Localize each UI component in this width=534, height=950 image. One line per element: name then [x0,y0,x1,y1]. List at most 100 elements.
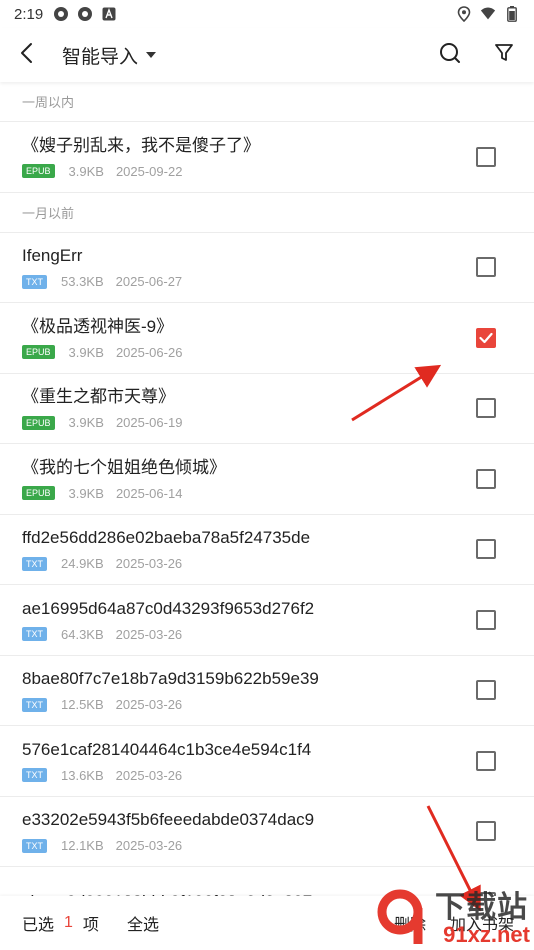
file-date: 2025-06-14 [115,485,183,501]
app-bar-actions [428,33,526,77]
wifi-icon [480,6,496,22]
file-title: e33202e5943f5b6feeedabde0374dac9 [22,810,315,830]
search-icon [439,42,461,69]
add-to-shelf-button[interactable]: 加入书架 [450,911,514,935]
status-bar: 2:19 [0,0,534,28]
file-date: 2025-06-19 [115,415,183,431]
selected-prefix: 已选 [22,917,55,934]
checkbox[interactable] [476,821,496,842]
format-badge: EPUB [22,345,55,360]
section-header: 一周以内 [0,82,534,122]
selected-count: 1 [64,914,73,931]
file-row[interactable]: ae16995d64a87c0d43293f9653d276f2 TXT 64.3K… [0,585,534,656]
file-date: 2025-06-27 [115,274,183,290]
file-info: 《嫂子别乱来，我不是傻子了》 EPUB 3.9KB 2025-09-22 [22,135,476,179]
file-info: IfengErr TXT 53.3KB 2025-06-27 [22,245,476,289]
file-info: ae16995d64a87c0d43293f9653d276f2 TXT 64.3K… [22,598,476,642]
checkbox[interactable] [476,750,496,771]
file-title: 《嫂子别乱来，我不是傻子了》 [22,135,260,155]
back-button[interactable] [4,33,48,77]
file-title: ae16995d64a87c0d43293f9653d276f2 [22,598,315,618]
file-row[interactable]: ffd2e56dd286e02baeba78a5f24735de TXT 24.9K… [0,514,534,585]
file-date: 2025-03-26 [115,838,183,854]
checkbox-checked[interactable] [476,327,496,348]
filter-button[interactable] [482,33,526,77]
checkbox[interactable] [476,468,496,489]
checkbox[interactable] [476,680,496,701]
file-row[interactable]: cbcce2d999133bbb8f106f63a2d8e307 [0,867,534,896]
file-date: 2025-03-26 [115,556,183,572]
format-badge: EPUB [22,164,55,179]
file-title: 《我的七个姐姐绝色倾城》 [22,457,226,477]
source-dropdown[interactable]: 智能导入 [48,42,157,69]
file-row[interactable]: 《极品透视神医-9》 EPUB 3.9KB 2025-06-26 [0,303,534,374]
file-title: 576e1caf281404464c1b3ce4e594c1f4 [22,739,312,759]
file-title: 《重生之都市天尊》 [22,387,175,407]
file-date: 2025-06-26 [115,344,183,360]
file-title: IfengErr [22,246,83,266]
section-header: 一月以前 [0,192,534,233]
file-row[interactable]: 576e1caf281404464c1b3ce4e594c1f4 TXT 13.6K… [0,726,534,797]
file-size: 3.9KB [68,415,104,431]
status-icons-right [456,6,520,22]
file-info: e33202e5943f5b6feeedabde0374dac9 TXT 12.1K… [22,809,476,853]
app-a-icon [101,6,117,22]
file-title: 8bae80f7c7e18b7a9d3159b622b59e39 [22,669,319,689]
file-size: 3.9KB [68,344,104,360]
file-date: 2025-03-26 [115,767,183,783]
checkbox[interactable] [476,146,496,167]
format-badge: TXT [22,556,47,571]
file-title: ffd2e56dd286e02baeba78a5f24735de [22,528,311,548]
file-meta: EPUB 3.9KB 2025-06-19 [22,415,476,430]
format-badge: EPUB [22,415,55,430]
file-info: 576e1caf281404464c1b3ce4e594c1f4 TXT 13.6K… [22,739,476,783]
checkbox[interactable] [476,539,496,560]
format-badge: TXT [22,838,47,853]
delete-button[interactable]: 删除 [394,911,426,935]
camera-lens-icon [53,6,69,22]
file-info: 8bae80f7c7e18b7a9d3159b622b59e39 TXT 12.5K… [22,668,476,712]
file-size: 13.6KB [61,767,104,783]
format-badge: TXT [22,697,47,712]
checkmark-icon [479,332,493,343]
file-meta: TXT 12.5KB 2025-03-26 [22,697,476,712]
file-date: 2025-03-26 [115,626,183,642]
file-row[interactable]: e33202e5943f5b6feeedabde0374dac9 TXT 12.1K… [0,796,534,867]
file-info: 《我的七个姐姐绝色倾城》 EPUB 3.9KB 2025-06-14 [22,457,476,501]
file-size: 53.3KB [61,274,104,290]
page-title: 智能导入 [62,46,139,68]
file-meta: TXT 53.3KB 2025-06-27 [22,274,476,289]
search-button[interactable] [428,33,472,77]
format-badge: TXT [22,274,47,289]
file-size: 3.9KB [68,163,104,179]
file-size: 12.5KB [61,697,104,713]
file-size: 3.9KB [68,485,104,501]
file-row[interactable]: 8bae80f7c7e18b7a9d3159b622b59e39 TXT 12.5K… [0,655,534,726]
checkbox[interactable] [476,609,496,630]
file-size: 12.1KB [61,838,104,854]
file-row[interactable]: IfengErr TXT 53.3KB 2025-06-27 [0,232,534,303]
file-meta: TXT 64.3KB 2025-03-26 [22,627,476,642]
back-chevron-icon [19,42,33,69]
file-meta: EPUB 3.9KB 2025-06-26 [22,345,476,360]
status-icons-left [53,6,117,22]
file-row[interactable]: 《重生之都市天尊》 EPUB 3.9KB 2025-06-19 [0,373,534,444]
app-bar: 智能导入 [0,28,534,82]
selected-suffix: 项 [82,917,99,934]
select-all-button[interactable]: 全选 [127,911,159,935]
file-meta: TXT 24.9KB 2025-03-26 [22,556,476,571]
status-time: 2:19 [14,5,44,23]
format-badge: EPUB [22,486,55,501]
file-row[interactable]: 《我的七个姐姐绝色倾城》 EPUB 3.9KB 2025-06-14 [0,444,534,515]
checkbox[interactable] [476,398,496,419]
format-badge: TXT [22,627,47,642]
camera-lens-icon [77,6,93,22]
chevron-down-icon [146,52,157,58]
file-row[interactable]: 《嫂子别乱来，我不是傻子了》 EPUB 3.9KB 2025-09-22 [0,122,534,193]
file-meta: EPUB 3.9KB 2025-06-14 [22,486,476,501]
file-list[interactable]: 一周以内 《嫂子别乱来，我不是傻子了》 EPUB 3.9KB 2025-09-22 一月以… [0,82,534,896]
bottom-actions: 删除 加入书架 [394,911,514,935]
checkbox[interactable] [476,257,496,278]
file-info: ffd2e56dd286e02baeba78a5f24735de TXT 24.9K… [22,527,476,571]
file-date: 2025-03-26 [115,697,183,713]
